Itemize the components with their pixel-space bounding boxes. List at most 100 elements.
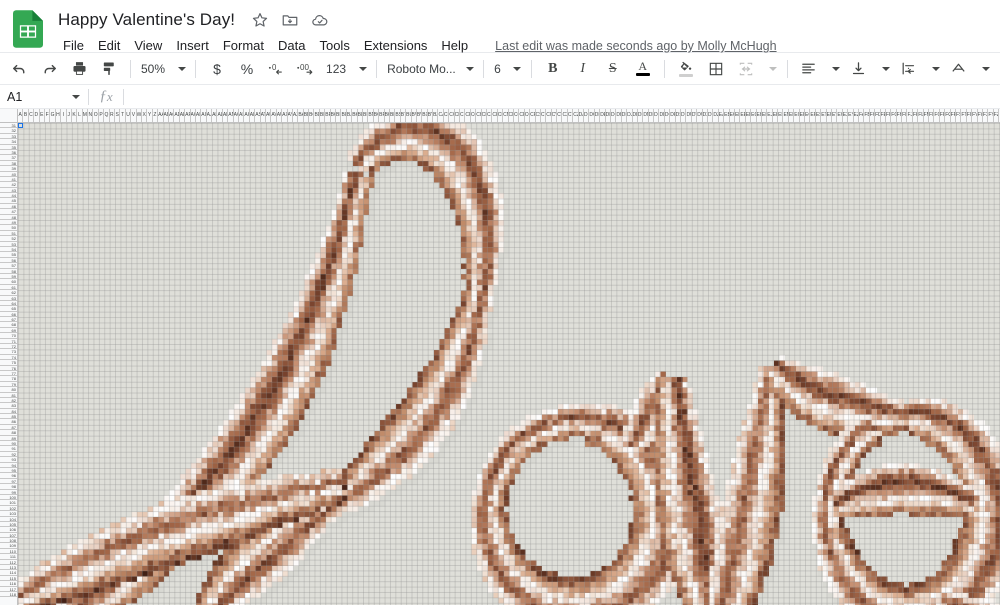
vertical-align-dropdown-button[interactable]	[874, 56, 894, 82]
header-content: Happy Valentine's Day! File	[56, 6, 1000, 57]
fill-color-icon	[679, 60, 693, 73]
more-formats-dropdown-button[interactable]	[350, 56, 370, 82]
text-rotation-icon	[950, 60, 967, 77]
row-header[interactable]: 118	[0, 592, 17, 597]
move-to-folder-icon[interactable]	[281, 11, 299, 29]
percent-format-button[interactable]: %	[234, 56, 260, 82]
chevron-down-icon	[513, 67, 521, 71]
menu-item-extensions[interactable]: Extensions	[357, 35, 435, 57]
merge-cells-dropdown-button[interactable]	[761, 56, 781, 82]
chevron-down-icon	[932, 67, 940, 71]
horizontal-align-dropdown-button[interactable]	[824, 56, 844, 82]
cell-artwork-canvas[interactable]	[18, 123, 1000, 605]
increase-decimal-icon: 00	[296, 61, 318, 76]
menu-item-edit[interactable]: Edit	[91, 35, 127, 57]
undo-icon	[11, 60, 28, 77]
sheets-logo-button[interactable]	[0, 6, 56, 48]
toolbar-divider	[531, 60, 532, 78]
svg-text:0: 0	[272, 63, 277, 72]
toolbar-divider	[376, 60, 377, 78]
name-box-value: A1	[7, 90, 22, 104]
text-rotation-dropdown-button[interactable]	[974, 56, 994, 82]
menu-item-tools[interactable]: Tools	[312, 35, 356, 57]
decrease-decimal-icon: 0	[267, 61, 287, 76]
font-size-dropdown-button[interactable]	[505, 56, 525, 82]
toolbar-divider	[483, 60, 484, 78]
strikethrough-button[interactable]: S	[600, 56, 626, 82]
fx-icon: ƒx	[89, 88, 123, 105]
menu-item-format[interactable]: Format	[216, 35, 271, 57]
font-family-select[interactable]: Roboto Mo...	[383, 57, 457, 81]
vertical-align-icon	[850, 60, 867, 77]
fill-color-swatch	[679, 74, 693, 77]
more-formats-button[interactable]: 123	[322, 57, 350, 81]
chevron-down-icon	[769, 67, 777, 71]
chevron-down-icon	[832, 67, 840, 71]
sheets-logo-icon	[13, 10, 43, 48]
italic-button[interactable]: I	[570, 56, 596, 82]
menu-item-insert[interactable]: Insert	[169, 35, 216, 57]
chevron-down-icon	[466, 67, 474, 71]
svg-text:00: 00	[300, 63, 309, 72]
last-edit-status[interactable]: Last edit was made seconds ago by Molly …	[495, 39, 776, 53]
column-headers: ABCDEFGHIJKLMNOPQRSTUVWXYZAAABACADAEAFAG…	[18, 109, 1000, 123]
horizontal-align-button[interactable]	[796, 56, 822, 82]
text-rotation-button[interactable]	[946, 56, 972, 82]
column-header[interactable]: FZ	[994, 109, 999, 122]
bold-button[interactable]: B	[540, 56, 566, 82]
formula-input[interactable]	[124, 84, 1000, 109]
zoom-select[interactable]: 50%	[137, 57, 169, 81]
decrease-decimal-button[interactable]: 0	[264, 56, 290, 82]
text-color-swatch	[636, 73, 650, 76]
borders-button[interactable]	[703, 56, 729, 82]
print-icon	[71, 60, 88, 77]
document-title[interactable]: Happy Valentine's Day!	[56, 9, 237, 31]
undo-button[interactable]	[6, 56, 32, 82]
title-row: Happy Valentine's Day!	[56, 8, 1000, 32]
toolbar-divider	[787, 60, 788, 78]
menu-item-data[interactable]: Data	[271, 35, 312, 57]
font-family-dropdown-button[interactable]	[457, 56, 477, 82]
print-button[interactable]	[66, 56, 92, 82]
toolbar-divider	[664, 60, 665, 78]
select-all-corner-button[interactable]	[0, 109, 18, 123]
cloud-saved-icon[interactable]	[311, 11, 329, 29]
borders-icon	[708, 61, 724, 77]
chevron-down-icon	[982, 67, 990, 71]
star-icon[interactable]	[251, 11, 269, 29]
name-box-chevron-down-icon[interactable]	[72, 95, 80, 99]
paint-format-button[interactable]	[96, 56, 122, 82]
chevron-down-icon	[359, 67, 367, 71]
menu-item-view[interactable]: View	[127, 35, 169, 57]
increase-decimal-button[interactable]: 00	[294, 56, 320, 82]
horizontal-align-icon	[800, 60, 817, 77]
text-color-button[interactable]: A	[630, 56, 656, 82]
vertical-align-button[interactable]	[846, 56, 872, 82]
menu-item-file[interactable]: File	[56, 35, 91, 57]
menu-item-help[interactable]: Help	[434, 35, 475, 57]
paint-format-icon	[101, 60, 118, 77]
cells-viewport[interactable]	[18, 123, 1000, 605]
text-wrapping-icon	[900, 60, 917, 77]
sheets-app-window: Happy Valentine's Day! File	[0, 0, 1000, 607]
chevron-down-icon	[178, 67, 186, 71]
title-action-icons	[251, 11, 329, 29]
chevron-down-icon	[882, 67, 890, 71]
app-header: Happy Valentine's Day! File	[0, 0, 1000, 52]
merge-cells-button[interactable]	[733, 56, 759, 82]
menu-bar: File Edit View Insert Format Data Tools …	[56, 35, 1000, 57]
name-box[interactable]: A1	[0, 84, 88, 109]
merge-cells-icon	[738, 61, 754, 77]
text-wrapping-button[interactable]	[896, 56, 922, 82]
currency-format-button[interactable]: $	[204, 56, 230, 82]
zoom-dropdown-button[interactable]	[169, 56, 189, 82]
formula-bar: A1 ƒx	[0, 84, 1000, 109]
fill-color-button[interactable]	[673, 56, 699, 82]
redo-button[interactable]	[36, 56, 62, 82]
text-wrapping-dropdown-button[interactable]	[924, 56, 944, 82]
row-headers: 3132333435363738394041424344454647484950…	[0, 123, 18, 605]
toolbar-divider	[195, 60, 196, 78]
font-size-select[interactable]: 6	[490, 57, 505, 81]
text-color-letter: A	[638, 61, 647, 72]
spreadsheet-grid[interactable]: ABCDEFGHIJKLMNOPQRSTUVWXYZAAABACADAEAFAG…	[0, 109, 1000, 605]
